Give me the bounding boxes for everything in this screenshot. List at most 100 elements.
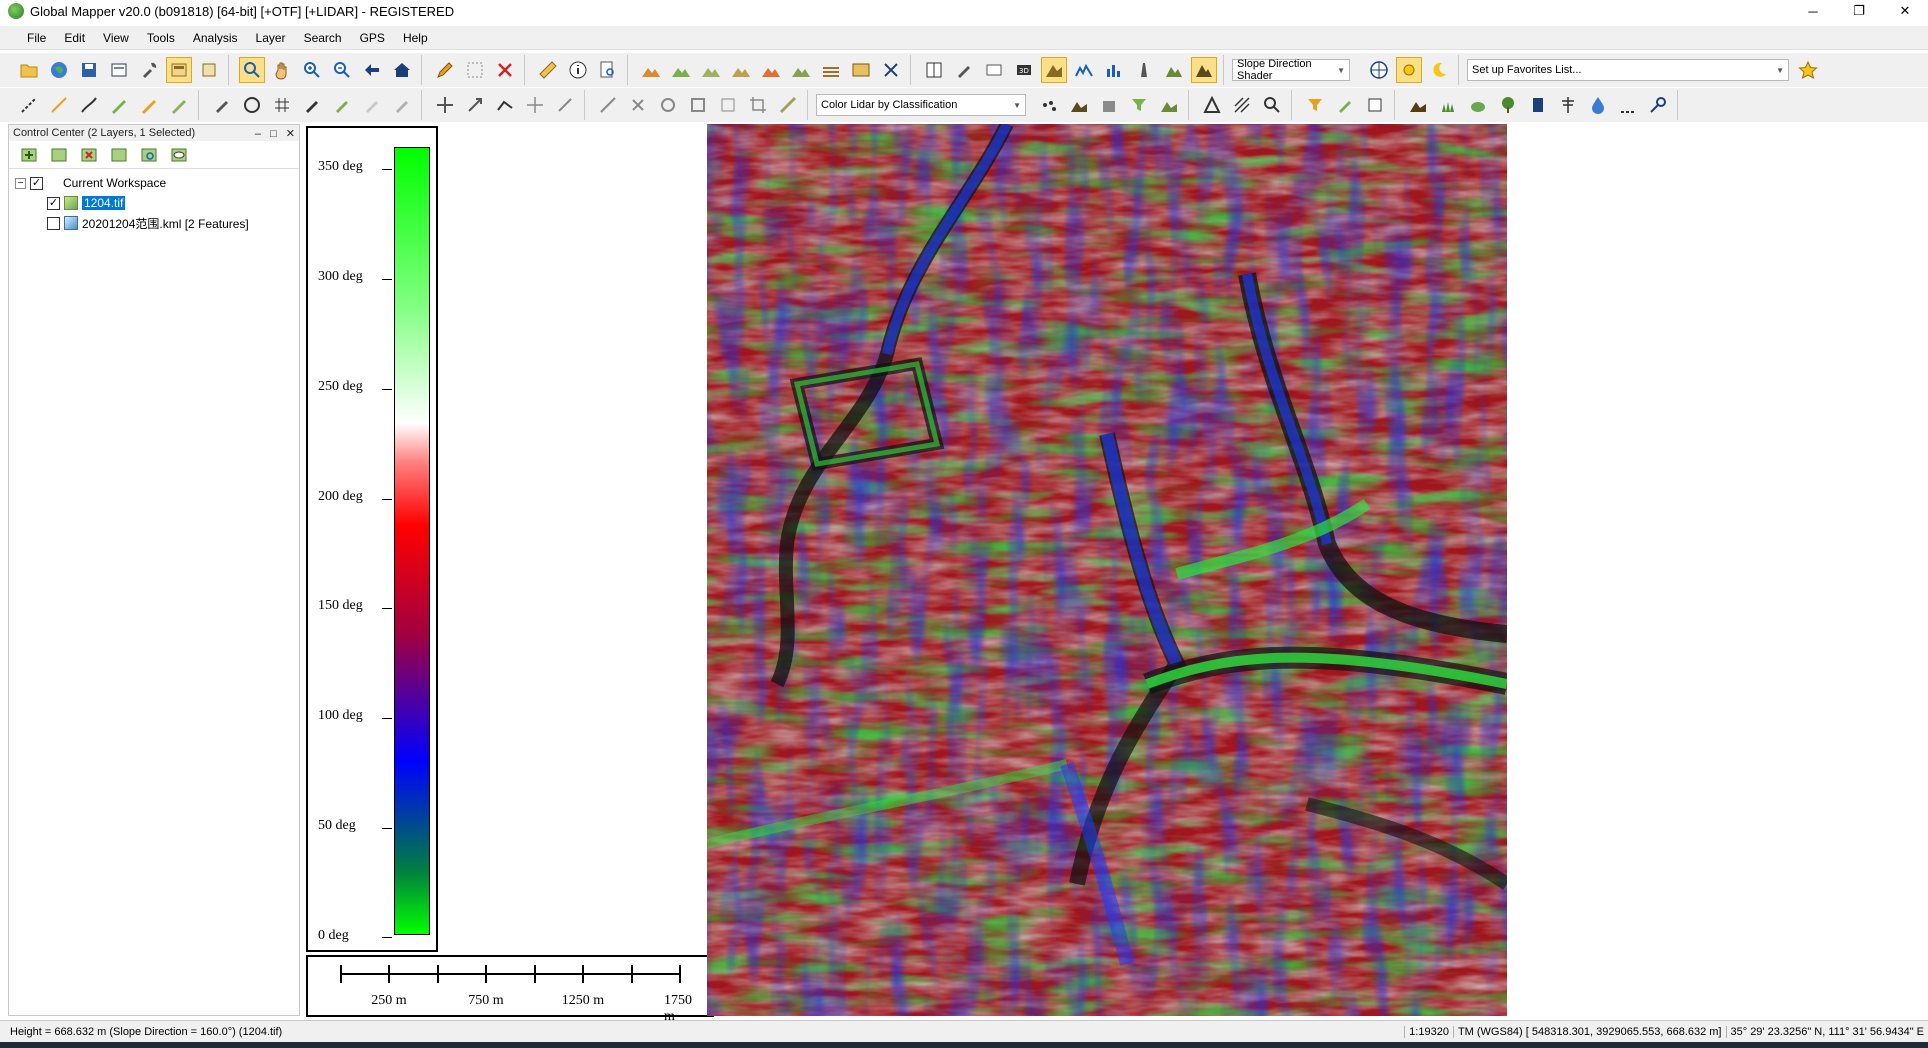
class-building-icon[interactable] bbox=[1525, 92, 1551, 118]
add-layer-icon[interactable] bbox=[17, 143, 41, 167]
class-road-icon[interactable] bbox=[1615, 92, 1641, 118]
wrench-icon[interactable] bbox=[136, 57, 162, 83]
point-tool-icon[interactable] bbox=[299, 92, 325, 118]
classify-copy-icon[interactable] bbox=[1362, 92, 1388, 118]
panel-minimize-icon[interactable]: – bbox=[255, 128, 261, 140]
feature-pen-icon[interactable] bbox=[209, 92, 235, 118]
delete-x-icon[interactable] bbox=[492, 57, 518, 83]
class-grass-icon[interactable] bbox=[1435, 92, 1461, 118]
curve-draw-icon[interactable] bbox=[76, 92, 102, 118]
eraser-icon[interactable] bbox=[359, 92, 385, 118]
moon-icon[interactable] bbox=[1426, 57, 1452, 83]
layer-name[interactable]: 1204.tif bbox=[82, 196, 126, 210]
menu-edit[interactable]: Edit bbox=[55, 26, 94, 50]
hatch-icon[interactable] bbox=[1229, 92, 1255, 118]
measure-ruler-icon[interactable] bbox=[535, 57, 561, 83]
menu-analysis[interactable]: Analysis bbox=[184, 26, 247, 50]
vertex-icon[interactable] bbox=[492, 92, 518, 118]
menu-file[interactable]: File bbox=[18, 26, 55, 50]
grid-tool-icon[interactable] bbox=[269, 92, 295, 118]
terrain-contour-icon[interactable] bbox=[668, 57, 694, 83]
remove-layer-icon[interactable] bbox=[77, 143, 101, 167]
open-folder-icon[interactable] bbox=[16, 57, 42, 83]
pencil-point-icon[interactable] bbox=[166, 92, 192, 118]
favorites-dropdown[interactable]: Set up Favorites List... ▼ bbox=[1467, 59, 1789, 81]
resize-icon[interactable] bbox=[462, 92, 488, 118]
minimize-button[interactable]: ─ bbox=[1790, 0, 1836, 22]
zoom-out-icon[interactable] bbox=[329, 57, 355, 83]
menu-search[interactable]: Search bbox=[295, 26, 351, 50]
zoom-in-icon[interactable] bbox=[299, 57, 325, 83]
map-icon[interactable] bbox=[848, 57, 874, 83]
measure-icon[interactable] bbox=[775, 92, 801, 118]
layer-row[interactable]: ✓ 1204.tif bbox=[15, 193, 293, 213]
tower-icon[interactable] bbox=[1131, 57, 1157, 83]
terrain-flag-icon[interactable] bbox=[758, 57, 784, 83]
class-powerline-icon[interactable] bbox=[1555, 92, 1581, 118]
classify-edit-icon[interactable] bbox=[1332, 92, 1358, 118]
overlay-control-icon[interactable] bbox=[166, 57, 192, 83]
pencil-icon[interactable] bbox=[432, 57, 458, 83]
profile-icon[interactable] bbox=[1071, 57, 1097, 83]
slope-direction-raster[interactable] bbox=[707, 124, 1507, 1016]
close-button[interactable]: ✕ bbox=[1882, 0, 1928, 22]
config-icon[interactable] bbox=[196, 57, 222, 83]
pencil-line-icon[interactable] bbox=[106, 92, 132, 118]
3d-view-icon[interactable]: 3D bbox=[1011, 57, 1037, 83]
buffer-icon[interactable] bbox=[655, 92, 681, 118]
class-bush-icon[interactable] bbox=[1465, 92, 1491, 118]
workspace-icon[interactable] bbox=[106, 57, 132, 83]
select-rect-icon[interactable] bbox=[462, 57, 488, 83]
terrain-path-icon[interactable] bbox=[698, 57, 724, 83]
class-tree-icon[interactable] bbox=[1495, 92, 1521, 118]
lidar-terrain-icon[interactable] bbox=[1066, 92, 1092, 118]
edit-vertex-icon[interactable] bbox=[389, 92, 415, 118]
map-view[interactable]: 350 deg 300 deg 250 deg 200 deg 150 deg … bbox=[306, 124, 1928, 1024]
search-doc-icon[interactable] bbox=[595, 57, 621, 83]
info-icon[interactable] bbox=[565, 57, 591, 83]
lidar-filter-icon[interactable] bbox=[1126, 92, 1152, 118]
lidar-points-icon[interactable] bbox=[1036, 92, 1062, 118]
terrain-shader-icon[interactable] bbox=[638, 57, 664, 83]
layer-checkbox[interactable]: ✓ bbox=[47, 196, 60, 210]
layer-options-icon[interactable] bbox=[107, 143, 131, 167]
slope-shader-icon[interactable] bbox=[1041, 57, 1067, 83]
panel-close-icon[interactable]: ✕ bbox=[286, 128, 295, 140]
layout-icon[interactable] bbox=[921, 57, 947, 83]
back-arrow-icon[interactable] bbox=[359, 57, 385, 83]
globe-icon[interactable] bbox=[46, 57, 72, 83]
split-view-icon[interactable] bbox=[981, 57, 1007, 83]
home-icon[interactable] bbox=[389, 57, 415, 83]
lidar-color-dropdown[interactable]: Color Lidar by Classification ▼ bbox=[816, 94, 1026, 116]
menu-tools[interactable]: Tools bbox=[138, 26, 184, 50]
class-key-icon[interactable] bbox=[1645, 92, 1671, 118]
lidar-search-icon[interactable] bbox=[1259, 92, 1285, 118]
star-icon[interactable] bbox=[1795, 57, 1821, 83]
terrain-view-icon[interactable] bbox=[728, 57, 754, 83]
class-water-icon[interactable] bbox=[1585, 92, 1611, 118]
terrain-volume-icon[interactable] bbox=[788, 57, 814, 83]
menu-help[interactable]: Help bbox=[394, 26, 437, 50]
sun-shading-icon[interactable] bbox=[1396, 57, 1422, 83]
collapse-icon[interactable]: − bbox=[15, 177, 26, 189]
mountain-shader-icon[interactable] bbox=[1191, 57, 1217, 83]
layer-checkbox[interactable] bbox=[47, 216, 60, 230]
layer-search-icon[interactable] bbox=[137, 143, 161, 167]
histogram-icon[interactable] bbox=[1101, 57, 1127, 83]
combine-icon[interactable] bbox=[685, 92, 711, 118]
move-icon[interactable] bbox=[432, 92, 458, 118]
split-line-icon[interactable] bbox=[595, 92, 621, 118]
terrain-layers-icon[interactable] bbox=[818, 57, 844, 83]
menu-layer[interactable]: Layer bbox=[247, 26, 295, 50]
triangle-icon[interactable] bbox=[1199, 92, 1225, 118]
circle-tool-icon[interactable] bbox=[239, 92, 265, 118]
restore-button[interactable]: ❐ bbox=[1836, 0, 1882, 22]
layer-name[interactable]: 20201204范围.kml [2 Features] bbox=[82, 215, 249, 232]
paint-tool-icon[interactable] bbox=[329, 92, 355, 118]
layer-visibility-icon[interactable] bbox=[167, 143, 191, 167]
workspace-checkbox[interactable]: ✓ bbox=[30, 176, 43, 190]
terrain-chart-icon[interactable] bbox=[1161, 57, 1187, 83]
copy-layer-icon[interactable] bbox=[47, 143, 71, 167]
layer-row[interactable]: 20201204范围.kml [2 Features] bbox=[15, 213, 293, 233]
class-ground-icon[interactable] bbox=[1405, 92, 1431, 118]
